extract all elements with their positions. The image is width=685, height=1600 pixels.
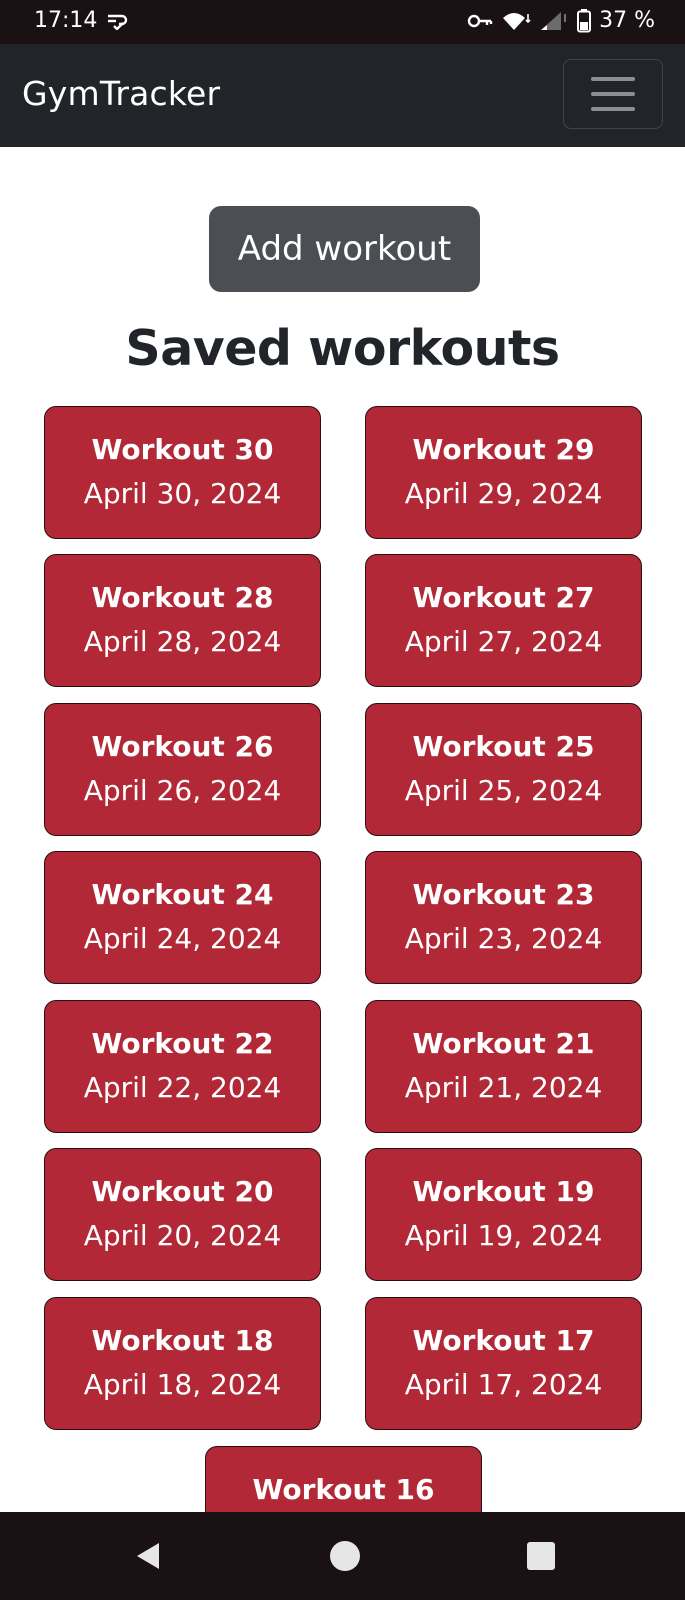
- workout-card[interactable]: Workout 21 April 21, 2024: [365, 1000, 642, 1133]
- workout-card[interactable]: Workout 28 April 28, 2024: [44, 554, 321, 687]
- back-icon[interactable]: [126, 1534, 170, 1578]
- workout-card[interactable]: Workout 16: [205, 1446, 482, 1512]
- workout-card[interactable]: Workout 30 April 30, 2024: [44, 406, 321, 539]
- workout-title: Workout 16: [252, 1473, 435, 1506]
- workouts-area: Add workout Saved workouts Workout 30 Ap…: [0, 0, 685, 1512]
- home-icon[interactable]: [323, 1534, 367, 1578]
- workout-card[interactable]: Workout 23 April 23, 2024: [365, 851, 642, 984]
- workout-date: April 25, 2024: [404, 774, 603, 807]
- workout-date: April 22, 2024: [83, 1071, 282, 1104]
- workout-card[interactable]: Workout 20 April 20, 2024: [44, 1148, 321, 1281]
- workout-card[interactable]: Workout 24 April 24, 2024: [44, 851, 321, 984]
- workout-title: Workout 22: [91, 1027, 274, 1060]
- workout-card[interactable]: Workout 29 April 29, 2024: [365, 406, 642, 539]
- workout-card[interactable]: Workout 19 April 19, 2024: [365, 1148, 642, 1281]
- workout-title: Workout 28: [91, 581, 274, 614]
- workout-title: Workout 18: [91, 1324, 274, 1357]
- workout-card[interactable]: Workout 22 April 22, 2024: [44, 1000, 321, 1133]
- workout-date: April 28, 2024: [83, 625, 282, 658]
- workout-card[interactable]: Workout 27 April 27, 2024: [365, 554, 642, 687]
- workout-title: Workout 24: [91, 878, 274, 911]
- workout-date: April 30, 2024: [83, 477, 282, 510]
- workout-date: April 23, 2024: [404, 922, 603, 955]
- workout-date: April 27, 2024: [404, 625, 603, 658]
- workout-title: Workout 29: [412, 433, 595, 466]
- workout-date: April 18, 2024: [83, 1368, 282, 1401]
- workout-title: Workout 27: [412, 581, 595, 614]
- workout-date: April 29, 2024: [404, 477, 603, 510]
- workout-title: Workout 30: [91, 433, 274, 466]
- system-nav-bar: [0, 1512, 685, 1600]
- page-title: Saved workouts: [125, 320, 560, 377]
- workout-title: Workout 23: [412, 878, 595, 911]
- workout-card[interactable]: Workout 18 April 18, 2024: [44, 1297, 321, 1430]
- workout-date: April 19, 2024: [404, 1219, 603, 1252]
- add-workout-button[interactable]: Add workout: [209, 206, 480, 292]
- workout-date: April 17, 2024: [404, 1368, 603, 1401]
- recents-icon[interactable]: [519, 1534, 563, 1578]
- workout-date: April 24, 2024: [83, 922, 282, 955]
- workout-card[interactable]: Workout 17 April 17, 2024: [365, 1297, 642, 1430]
- workout-date: April 20, 2024: [83, 1219, 282, 1252]
- workout-title: Workout 21: [412, 1027, 595, 1060]
- workout-title: Workout 25: [412, 730, 595, 763]
- workout-date: April 26, 2024: [83, 774, 282, 807]
- workout-title: Workout 19: [412, 1175, 595, 1208]
- workout-title: Workout 17: [412, 1324, 595, 1357]
- workout-title: Workout 26: [91, 730, 274, 763]
- workout-card[interactable]: Workout 25 April 25, 2024: [365, 703, 642, 836]
- workout-date: April 21, 2024: [404, 1071, 603, 1104]
- workout-title: Workout 20: [91, 1175, 274, 1208]
- workout-card[interactable]: Workout 26 April 26, 2024: [44, 703, 321, 836]
